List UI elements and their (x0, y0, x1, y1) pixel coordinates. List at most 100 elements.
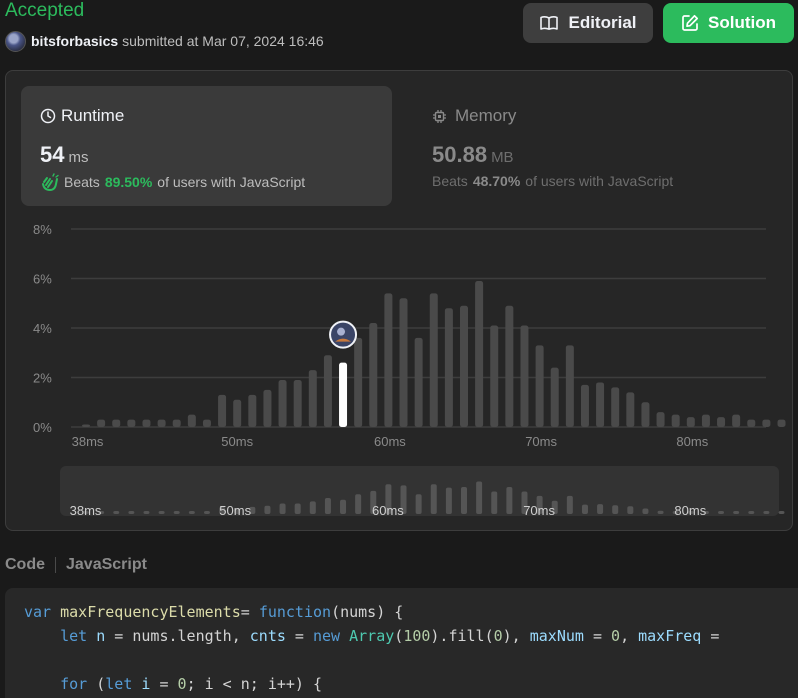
y-tick-label: 0% (33, 420, 52, 435)
chart-bar (671, 414, 680, 427)
chart-bar (520, 325, 529, 427)
code-token: (nums) { (331, 603, 404, 621)
overview-bar (476, 481, 483, 514)
code-editor[interactable]: var maxFrequencyElements= function(nums)… (5, 588, 798, 698)
overview-bar (355, 494, 362, 514)
overview-bar (733, 511, 740, 514)
runtime-distribution-chart: 0% 2% 4% 6% 8% 38ms 50ms 60ms 70ms 80ms 38ms 50ms 60… (33, 222, 786, 518)
code-token: = nums.length, (105, 627, 250, 645)
code-token: = (583, 627, 612, 645)
chart-bar (686, 417, 695, 427)
x-tick-label: 50ms (221, 434, 253, 449)
x-tick-label: 70ms (525, 434, 557, 449)
overview-bar (173, 511, 180, 514)
chart-bar (399, 298, 408, 427)
code-line: var maxFrequencyElements= function(nums)… (24, 603, 403, 621)
overview-bar (143, 511, 150, 514)
edit-icon (682, 14, 699, 31)
y-tick-label: 2% (33, 371, 52, 386)
code-token: let (60, 627, 97, 645)
overview-bar (294, 503, 301, 514)
chart-bar (656, 412, 665, 427)
chart-bar (323, 355, 332, 427)
overview-tick-label: 80ms (674, 503, 706, 518)
user-avatar[interactable] (5, 30, 26, 52)
chart-bar (747, 419, 756, 427)
chart-bar (293, 379, 302, 427)
chart-bar (142, 419, 151, 427)
chart-bar (550, 367, 559, 427)
code-token: var (24, 603, 61, 621)
chart-bar (505, 305, 514, 427)
overview-tick-label: 70ms (523, 503, 555, 518)
submitted-time: submitted at Mar 07, 2024 16:46 (122, 33, 324, 49)
chart-bar (172, 419, 181, 427)
overview-bar (627, 506, 634, 514)
overview-bar (415, 494, 422, 514)
code-token: Array (349, 627, 395, 645)
y-tick-label: 4% (33, 321, 52, 336)
code-token: 0 (493, 627, 503, 645)
chart-bar (308, 370, 317, 427)
chart-bar (127, 419, 136, 427)
chart-bar (626, 392, 635, 427)
avatar-detail (337, 327, 346, 336)
chart-bar (354, 337, 363, 427)
code-header: Code JavaScript (5, 556, 147, 574)
x-tick-label: 80ms (676, 434, 708, 449)
chart-bar (97, 419, 106, 427)
overview-bar (763, 511, 770, 514)
chart-bar (732, 414, 741, 427)
code-language: JavaScript (66, 556, 147, 573)
y-tick-label: 6% (33, 272, 52, 287)
code-token: let (105, 675, 142, 693)
overview-bar (612, 505, 619, 514)
chart-bar (384, 293, 393, 427)
divider (55, 557, 56, 573)
editorial-button[interactable]: Editorial (523, 3, 653, 43)
chart-bar (641, 402, 650, 427)
code-token: maxNum (529, 627, 584, 645)
chart-bar (202, 419, 211, 427)
code-token: ).fill( (430, 627, 494, 645)
overview-tick-label: 60ms (372, 503, 404, 518)
chart-bar (535, 345, 544, 427)
chart-bar (429, 293, 438, 427)
overview-bar (566, 495, 573, 514)
code-token: new (313, 627, 350, 645)
code-token: cnts (249, 627, 286, 645)
overview-bar (778, 511, 785, 514)
code-token: ( (394, 627, 404, 645)
x-tick-label: 38ms (72, 434, 104, 449)
editorial-label: Editorial (568, 13, 637, 32)
overview-bar (324, 498, 331, 514)
chart-bar (263, 389, 272, 427)
code-token: maxFreq (638, 627, 702, 645)
solution-button[interactable]: Solution (663, 3, 794, 43)
chart-bar (701, 414, 710, 427)
chart-bar (490, 325, 499, 427)
chart-bar (82, 424, 90, 427)
code-token: function (258, 603, 332, 621)
code-line: for (let i = 0; i < n; i++) { (24, 675, 322, 693)
chart-bar (414, 337, 423, 427)
overview-bar (718, 511, 725, 514)
submission-status: Accepted (5, 0, 85, 21)
username-link[interactable]: bitsforbasics (31, 33, 118, 49)
code-token: n (96, 627, 106, 645)
code-token: 0 (177, 675, 187, 693)
overview-bar (113, 511, 120, 514)
chart-bar (611, 387, 620, 427)
code-token: ( (96, 675, 106, 693)
code-token: ; i < n; i++) { (186, 675, 323, 693)
overview-bar (188, 511, 195, 514)
chart-bar (565, 345, 574, 427)
overview-bar (279, 503, 286, 514)
code-token: for (60, 675, 97, 693)
overview-tick-label: 38ms (70, 503, 102, 518)
chart-bar (187, 414, 196, 427)
chart-bar (369, 323, 378, 427)
overview-tick-label: 50ms (219, 503, 251, 518)
chart-bar (777, 419, 786, 427)
